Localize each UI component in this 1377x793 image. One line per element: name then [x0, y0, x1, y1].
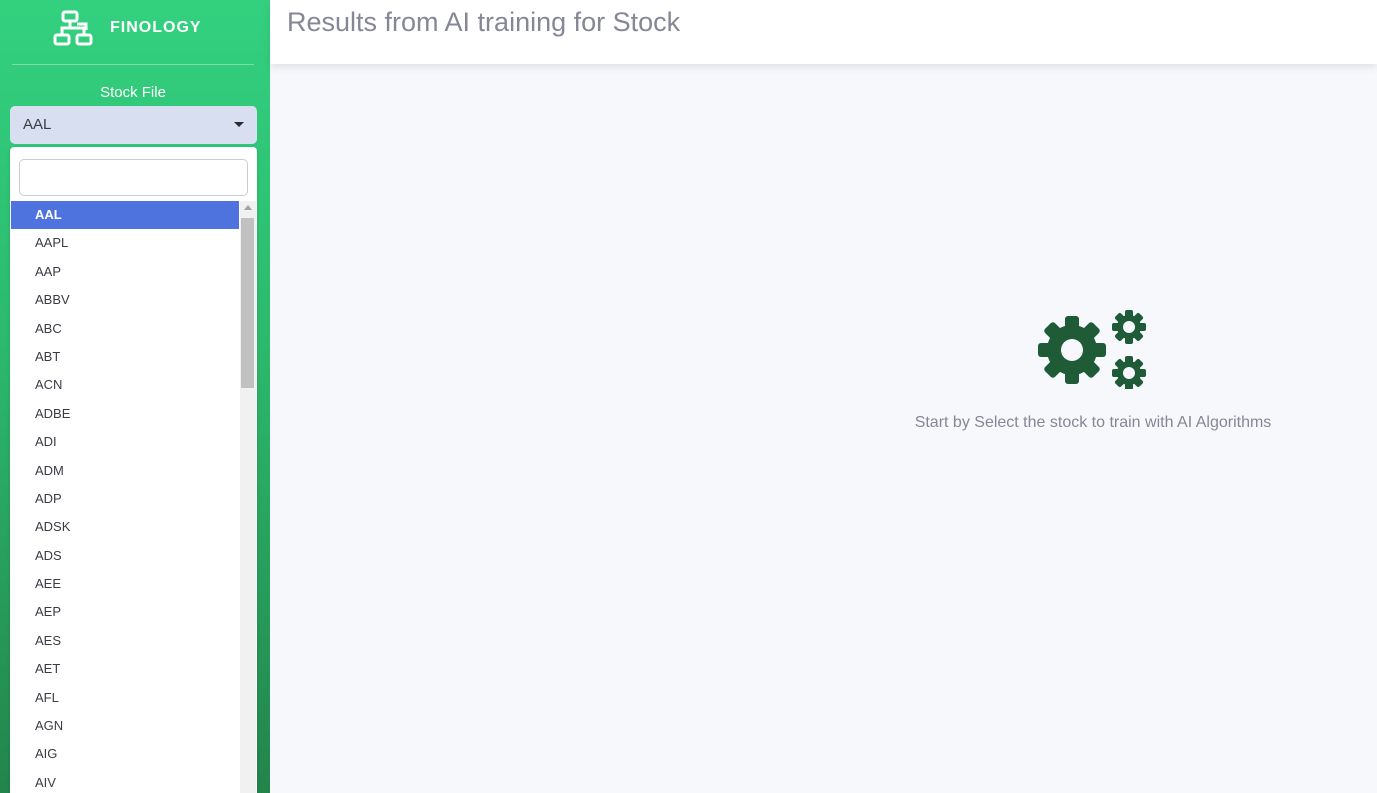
- dropdown-scrollbar[interactable]: [240, 201, 256, 793]
- topbar: Results from AI training for Stock: [270, 0, 1377, 64]
- stock-option[interactable]: AET: [11, 655, 239, 683]
- stock-option[interactable]: ABC: [11, 315, 239, 343]
- stock-option[interactable]: ADSK: [11, 513, 239, 541]
- brand[interactable]: FINOLOGY: [0, 0, 270, 64]
- page-title: Results from AI training for Stock: [287, 7, 681, 37]
- stock-option[interactable]: ABT: [11, 343, 239, 371]
- option-list: AAL AAPL AAP ABBV ABC ABT ACN ADBE ADI ADM ADP ADSK…: [11, 201, 239, 793]
- stock-option[interactable]: AAP: [11, 258, 239, 286]
- stock-option[interactable]: AIV: [11, 769, 239, 793]
- scroll-up-arrow-icon[interactable]: [244, 205, 252, 210]
- stock-option[interactable]: ACN: [11, 371, 239, 399]
- stock-option[interactable]: ADS: [11, 542, 239, 570]
- stock-option[interactable]: AEE: [11, 570, 239, 598]
- selected-stock-value: AAL: [23, 116, 52, 133]
- stock-option[interactable]: AEP: [11, 598, 239, 626]
- stock-file-select[interactable]: AAL: [10, 106, 257, 144]
- stock-option[interactable]: ADP: [11, 485, 239, 513]
- stock-option[interactable]: AGN: [11, 712, 239, 740]
- cogs-icon: [1038, 310, 1146, 389]
- stock-option[interactable]: AIG: [11, 740, 239, 768]
- chevron-down-icon: [234, 122, 244, 127]
- sidebar: FINOLOGY Stock File AAL AAL AAPL AAP ABBV AB…: [0, 0, 270, 793]
- stock-option[interactable]: AES: [11, 627, 239, 655]
- stock-dropdown: AAL AAPL AAP ABBV ABC ABT ACN ADBE ADI ADM ADP ADSK…: [10, 147, 257, 793]
- dropdown-search-input[interactable]: [19, 159, 248, 196]
- scroll-thumb[interactable]: [241, 218, 254, 388]
- empty-state: Start by Select the stock to train with …: [880, 305, 1306, 432]
- stock-option[interactable]: ADI: [11, 428, 239, 456]
- stock-option[interactable]: AAL: [11, 201, 239, 230]
- stock-file-label: Stock File: [100, 84, 166, 101]
- sitemap-icon: [53, 10, 93, 46]
- stock-option[interactable]: AAPL: [11, 229, 239, 257]
- stock-option[interactable]: ABBV: [11, 286, 239, 314]
- empty-state-message: Start by Select the stock to train with …: [914, 414, 1272, 431]
- stock-option[interactable]: ADM: [11, 457, 239, 485]
- stock-option[interactable]: ADBE: [11, 400, 239, 428]
- brand-name: FINOLOGY: [110, 19, 202, 36]
- sidebar-divider: [12, 64, 254, 65]
- stock-option[interactable]: AFL: [11, 684, 239, 712]
